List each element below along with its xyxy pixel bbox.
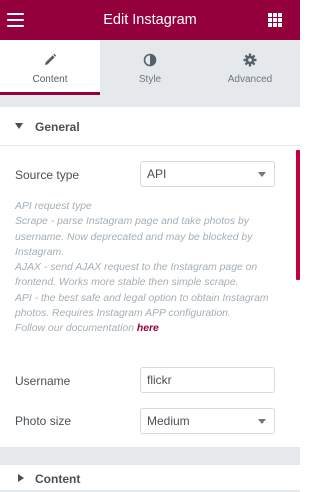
section-content-title: Content	[35, 472, 81, 486]
section-content-header[interactable]: Content	[0, 465, 300, 490]
chevron-down-icon	[258, 172, 266, 177]
description-line: Scrape - parse Instagram page and take p…	[15, 216, 253, 258]
tab-advanced-label: Advanced	[227, 74, 273, 85]
documentation-line: Follow our documentation here	[15, 321, 277, 336]
photo-size-label: Photo size	[15, 414, 72, 428]
scrollbar-thumb[interactable]	[296, 150, 300, 280]
photo-size-select[interactable]: Medium	[140, 408, 275, 434]
panel-header: Edit Instagram	[0, 0, 300, 40]
username-input[interactable]: flickr	[140, 367, 275, 393]
divider	[0, 95, 300, 107]
chevron-down-icon	[258, 419, 266, 424]
section-general-header[interactable]: General	[0, 107, 300, 145]
source-type-description: API request type Scrape - parse Instagra…	[15, 199, 277, 337]
panel-title: Edit Instagram	[103, 12, 197, 28]
tab-content-label: Content	[32, 74, 68, 85]
source-type-label: Source type	[15, 168, 80, 182]
documentation-text: Follow our documentation	[15, 323, 134, 335]
tab-content[interactable]: Content	[0, 40, 100, 95]
section-general-title: General	[35, 120, 80, 134]
description-line: API - the best safe and legal option to …	[15, 292, 269, 320]
description-line: API request type	[15, 201, 92, 212]
caret-right-icon	[18, 474, 24, 482]
username-label: Username	[15, 374, 71, 388]
grid-icon[interactable]	[268, 13, 282, 27]
description-line: AJAX - send AJAX request to the Instagra…	[15, 262, 258, 289]
gear-icon	[200, 53, 300, 67]
caret-down-icon	[15, 123, 23, 129]
documentation-link[interactable]: here	[137, 323, 159, 334]
photo-size-value: Medium	[147, 414, 190, 428]
tab-style-label: Style	[138, 74, 162, 85]
divider	[0, 447, 300, 465]
source-type-value: API	[147, 167, 167, 181]
tab-style[interactable]: Style	[100, 40, 200, 95]
tab-bar: Content Style Advanced	[0, 40, 300, 95]
tab-advanced[interactable]: Advanced	[200, 40, 300, 95]
source-type-select[interactable]: API	[140, 161, 275, 187]
pencil-icon	[0, 53, 100, 67]
half-circle-icon	[100, 53, 200, 67]
